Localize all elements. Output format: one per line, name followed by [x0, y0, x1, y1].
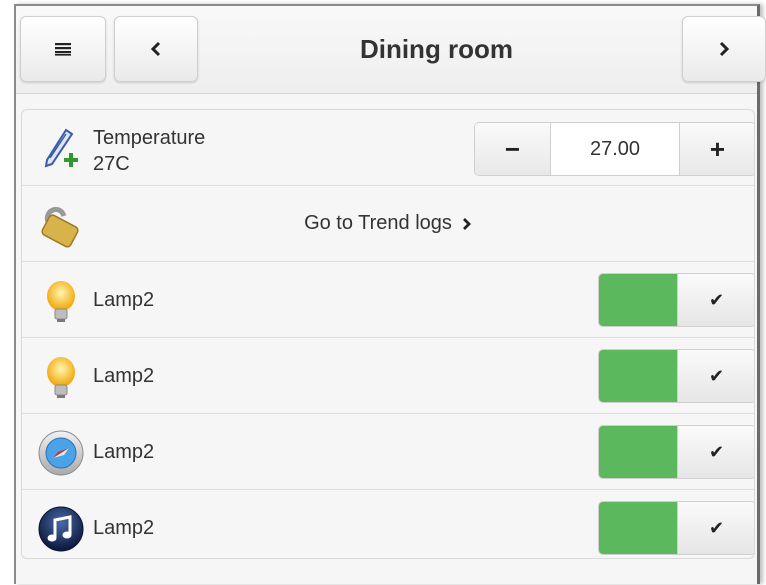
toggle-on-segment[interactable] [599, 426, 677, 478]
chevron-left-icon [150, 41, 161, 57]
temperature-value: 27C [93, 153, 130, 175]
forward-button[interactable] [682, 16, 766, 82]
lamp-label: Lamp2 [93, 365, 155, 387]
lamp-row: Lamp2 ✔ [22, 490, 754, 558]
check-icon[interactable]: ✔ [677, 350, 754, 402]
stepper-value[interactable]: 27.00 [551, 123, 679, 175]
check-icon[interactable]: ✔ [677, 502, 754, 554]
menu-button[interactable] [20, 16, 106, 82]
lamp-label: Lamp2 [93, 441, 155, 463]
increment-button[interactable]: + [679, 123, 754, 175]
compass-icon [36, 428, 86, 478]
toggle-on-segment[interactable] [599, 502, 677, 554]
temperature-title: Temperature [93, 127, 206, 149]
thermometer-plus-icon [36, 124, 86, 174]
lamp-toggle[interactable]: ✔ [598, 501, 754, 555]
lamp-row: Lamp2 ✔ [22, 338, 754, 414]
temperature-row: Temperature 27C − 27.00 + [22, 110, 754, 186]
temperature-stepper[interactable]: − 27.00 + [474, 122, 754, 176]
toggle-on-segment[interactable] [599, 350, 677, 402]
chevron-right-icon [719, 41, 730, 57]
toggle-on-segment[interactable] [599, 274, 677, 326]
lamp-toggle[interactable]: ✔ [598, 349, 754, 403]
back-button[interactable] [114, 16, 198, 82]
lamp-row: Lamp2 ✔ [22, 262, 754, 338]
lightbulb-icon [36, 352, 86, 402]
menu-icon [55, 43, 71, 56]
lamp-label: Lamp2 [93, 517, 155, 539]
lamp-toggle[interactable]: ✔ [598, 425, 754, 479]
app-frame: Dining room Temperature 27C − 27.00 + Go… [14, 4, 766, 584]
trend-logs-row[interactable]: Go to Trend logs [22, 186, 754, 262]
device-list: Temperature 27C − 27.00 + Go to Trend lo… [21, 109, 755, 559]
lamp-toggle[interactable]: ✔ [598, 273, 754, 327]
trend-logs-link[interactable]: Go to Trend logs [22, 186, 754, 261]
decrement-button[interactable]: − [475, 123, 551, 175]
trend-logs-label: Go to Trend logs [304, 212, 452, 234]
lightbulb-icon [36, 276, 86, 326]
check-icon[interactable]: ✔ [677, 426, 754, 478]
page-title: Dining room [359, 34, 514, 64]
lamp-label: Lamp2 [93, 289, 155, 311]
temperature-label: Temperature 27C [93, 125, 205, 177]
music-note-icon [36, 504, 86, 554]
lamp-row: Lamp2 ✔ [22, 414, 754, 490]
check-icon[interactable]: ✔ [677, 274, 754, 326]
chevron-right-icon [462, 217, 471, 230]
header-bar: Dining room [16, 6, 766, 94]
